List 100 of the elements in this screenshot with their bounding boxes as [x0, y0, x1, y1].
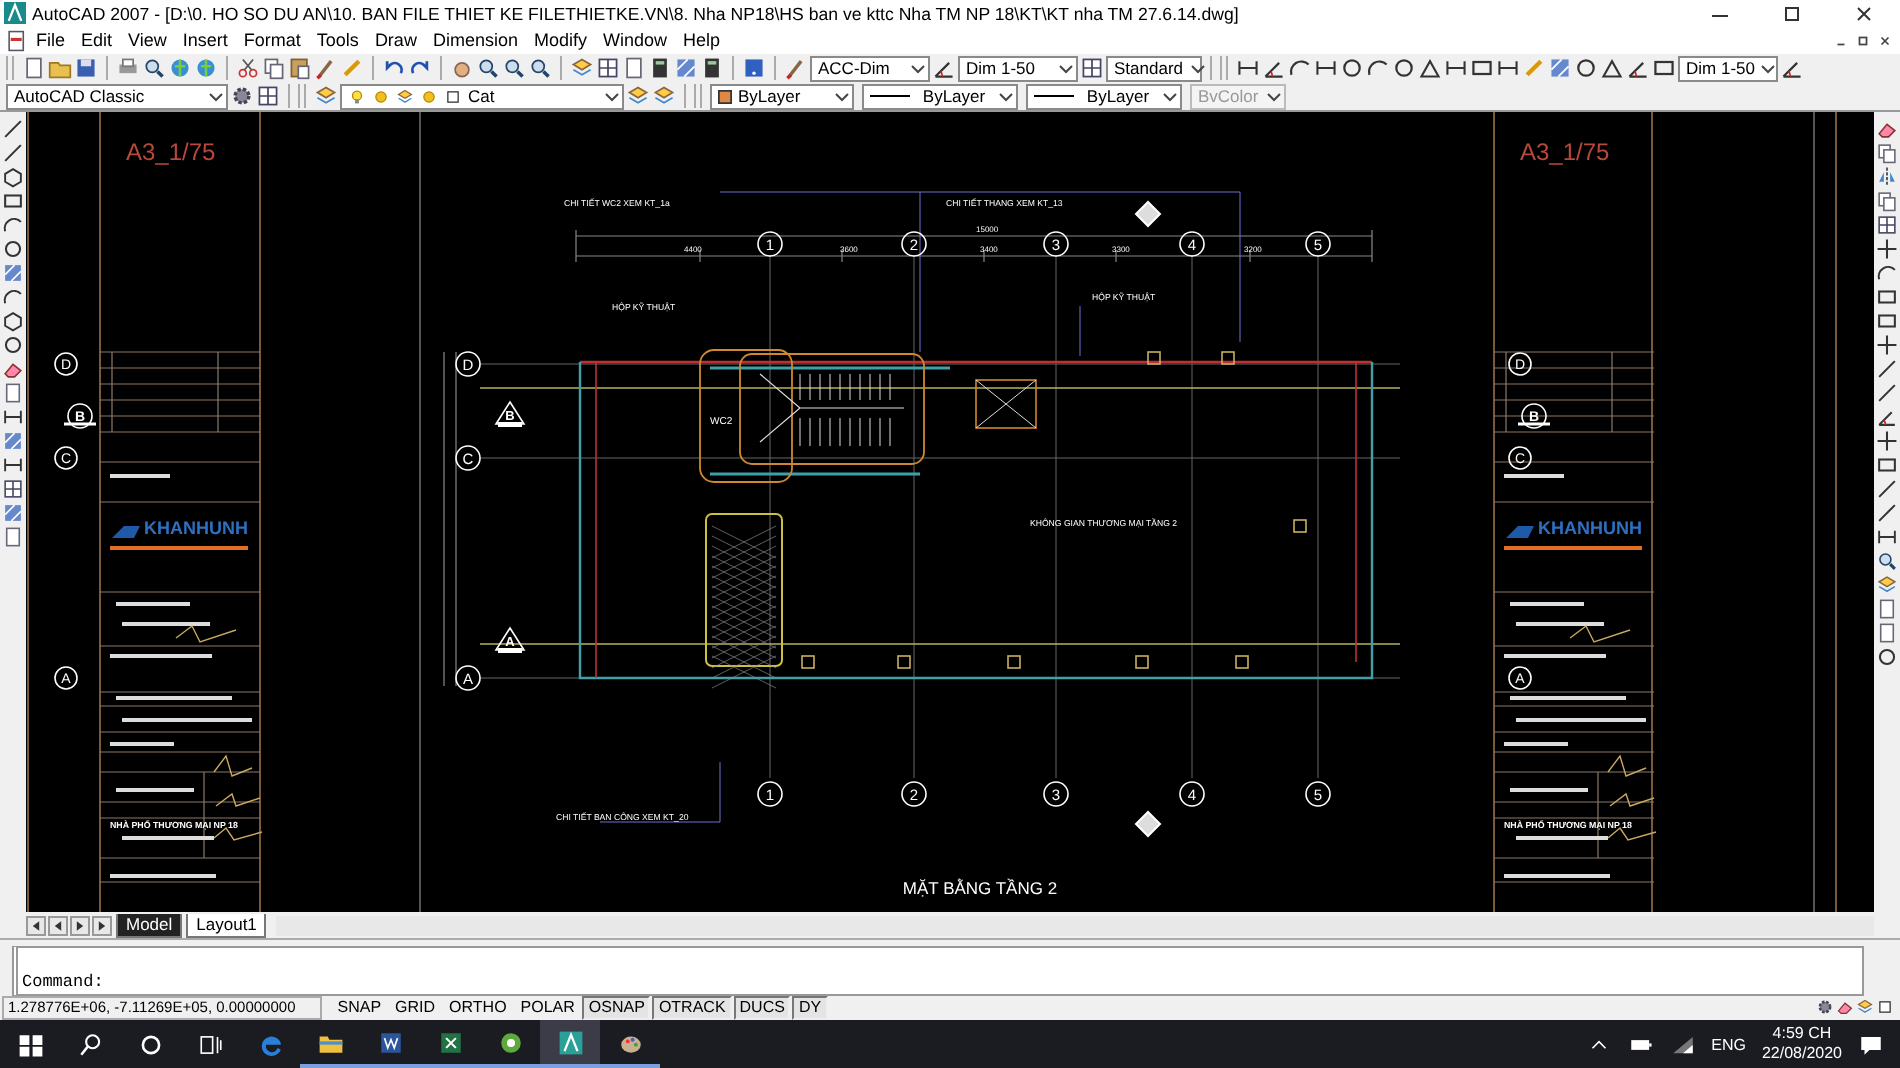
menu-item[interactable]: Edit: [73, 30, 121, 50]
arc-icon[interactable]: [1876, 262, 1898, 284]
line-icon[interactable]: [1876, 358, 1898, 380]
menu-item[interactable]: Tools: [308, 30, 367, 50]
zoom-icon[interactable]: [528, 56, 552, 80]
menu-item[interactable]: File: [28, 30, 74, 50]
status-toggle[interactable]: OSNAP: [582, 995, 651, 1019]
copy-icon[interactable]: [1876, 190, 1898, 212]
page-icon[interactable]: [622, 56, 646, 80]
layer-dropdown[interactable]: Cat: [340, 83, 624, 109]
brush-icon[interactable]: [314, 56, 338, 80]
spreadsheet-icon[interactable]: [437, 1029, 463, 1055]
rectangle-icon[interactable]: [1470, 56, 1494, 80]
layers-icon[interactable]: [1876, 574, 1898, 596]
arc-icon[interactable]: [2, 214, 24, 236]
command-line-field[interactable]: Command:: [12, 946, 1864, 996]
grid-icon[interactable]: [256, 84, 280, 108]
polygon-icon[interactable]: [2, 310, 24, 332]
line-icon[interactable]: [2, 118, 24, 140]
paste-icon[interactable]: [288, 56, 312, 80]
status-toggle[interactable]: SNAP: [331, 995, 388, 1019]
search-icon[interactable]: [77, 1031, 103, 1057]
circle-icon[interactable]: [1876, 646, 1898, 668]
scissors-icon[interactable]: [236, 56, 260, 80]
zoom-icon[interactable]: [476, 56, 500, 80]
restore-icon[interactable]: [1856, 33, 1870, 47]
line-icon[interactable]: [1876, 502, 1898, 524]
calculator-icon[interactable]: [700, 56, 724, 80]
angle-icon[interactable]: [932, 56, 956, 80]
zoom-icon[interactable]: [502, 56, 526, 80]
dimension-icon[interactable]: [1876, 526, 1898, 548]
scroll-left-icon[interactable]: [48, 915, 68, 935]
copy-icon[interactable]: [262, 56, 286, 80]
move-icon[interactable]: [1876, 238, 1898, 260]
close-icon[interactable]: [1878, 33, 1892, 47]
rectangle-icon[interactable]: [1876, 286, 1898, 308]
scroll-left-icon[interactable]: [26, 915, 46, 935]
menu-item[interactable]: Help: [675, 30, 729, 50]
page-icon[interactable]: [2, 382, 24, 404]
dimension-icon[interactable]: [1314, 56, 1338, 80]
zoom-icon[interactable]: [142, 56, 166, 80]
gear-icon[interactable]: [230, 84, 254, 108]
dimension-icon[interactable]: [1236, 56, 1260, 80]
status-toggle[interactable]: DUCS: [733, 995, 791, 1019]
status-toggle[interactable]: ORTHO: [443, 995, 513, 1019]
page-icon[interactable]: [22, 56, 46, 80]
dimension-scale-dropdown[interactable]: Dim 1-50: [1678, 55, 1778, 81]
grid-icon[interactable]: [1876, 214, 1898, 236]
grid-icon[interactable]: [1080, 56, 1104, 80]
angle-icon[interactable]: [1262, 56, 1286, 80]
menu-item[interactable]: Draw: [366, 30, 425, 50]
ring-icon[interactable]: [137, 1031, 163, 1057]
page-icon[interactable]: [2, 526, 24, 548]
rectangle-icon[interactable]: [1652, 56, 1676, 80]
layers-icon[interactable]: [570, 56, 594, 80]
dimension-icon[interactable]: [2, 406, 24, 428]
zoom-icon[interactable]: [1876, 550, 1898, 572]
copy-icon[interactable]: [1876, 142, 1898, 164]
layers-icon[interactable]: [314, 84, 338, 108]
dimension-icon[interactable]: [2, 454, 24, 476]
calculator-icon[interactable]: [648, 56, 672, 80]
erase-icon[interactable]: [2, 358, 24, 380]
document-icon[interactable]: [6, 29, 28, 51]
text-style-dropdown[interactable]: Standard: [1106, 55, 1202, 81]
rectangle-icon[interactable]: [2, 190, 24, 212]
angle-icon[interactable]: [1876, 406, 1898, 428]
mirror-icon[interactable]: [1876, 166, 1898, 188]
status-toggle[interactable]: DY: [792, 995, 828, 1019]
notification-icon[interactable]: [1858, 1031, 1884, 1057]
clock-date[interactable]: 22/08/2020: [1761, 1044, 1842, 1064]
color-dropdown[interactable]: ByLayer: [710, 83, 854, 109]
menu-item[interactable]: Modify: [525, 30, 595, 50]
wifi-icon[interactable]: [1669, 1031, 1696, 1057]
circle-icon[interactable]: [2, 238, 24, 260]
erase-icon[interactable]: [1876, 118, 1898, 140]
circle-icon[interactable]: [1574, 56, 1598, 80]
triangle-icon[interactable]: [1600, 56, 1624, 80]
circle-icon[interactable]: [1340, 56, 1364, 80]
disc-icon[interactable]: [497, 1029, 523, 1055]
square-icon[interactable]: [1876, 998, 1894, 1016]
clock-time[interactable]: 4:59 CH: [1772, 1024, 1832, 1044]
line-icon[interactable]: [1876, 478, 1898, 500]
angle-icon[interactable]: [1626, 56, 1650, 80]
taskbar-button[interactable]: [540, 1020, 600, 1068]
grid-icon[interactable]: [596, 56, 620, 80]
windows-logo-icon[interactable]: [17, 1031, 43, 1057]
angle-icon[interactable]: [1780, 56, 1804, 80]
arc-icon[interactable]: [1288, 56, 1312, 80]
polygon-icon[interactable]: [2, 166, 24, 188]
dimension-scale-dropdown[interactable]: Dim 1-50: [958, 55, 1078, 81]
language-indicator[interactable]: ENG: [1711, 1035, 1746, 1053]
workspace-dropdown[interactable]: AutoCAD Classic: [6, 83, 228, 109]
rectangle-icon[interactable]: [1876, 310, 1898, 332]
layers-icon[interactable]: [1856, 998, 1874, 1016]
scroll-right-icon[interactable]: [70, 915, 90, 935]
linetype-dropdown[interactable]: ByLayer: [862, 83, 1018, 109]
layers-icon[interactable]: [652, 84, 676, 108]
layers-icon[interactable]: [626, 84, 650, 108]
page-icon[interactable]: [1876, 622, 1898, 644]
layout-tab[interactable]: Layout1: [186, 913, 267, 937]
